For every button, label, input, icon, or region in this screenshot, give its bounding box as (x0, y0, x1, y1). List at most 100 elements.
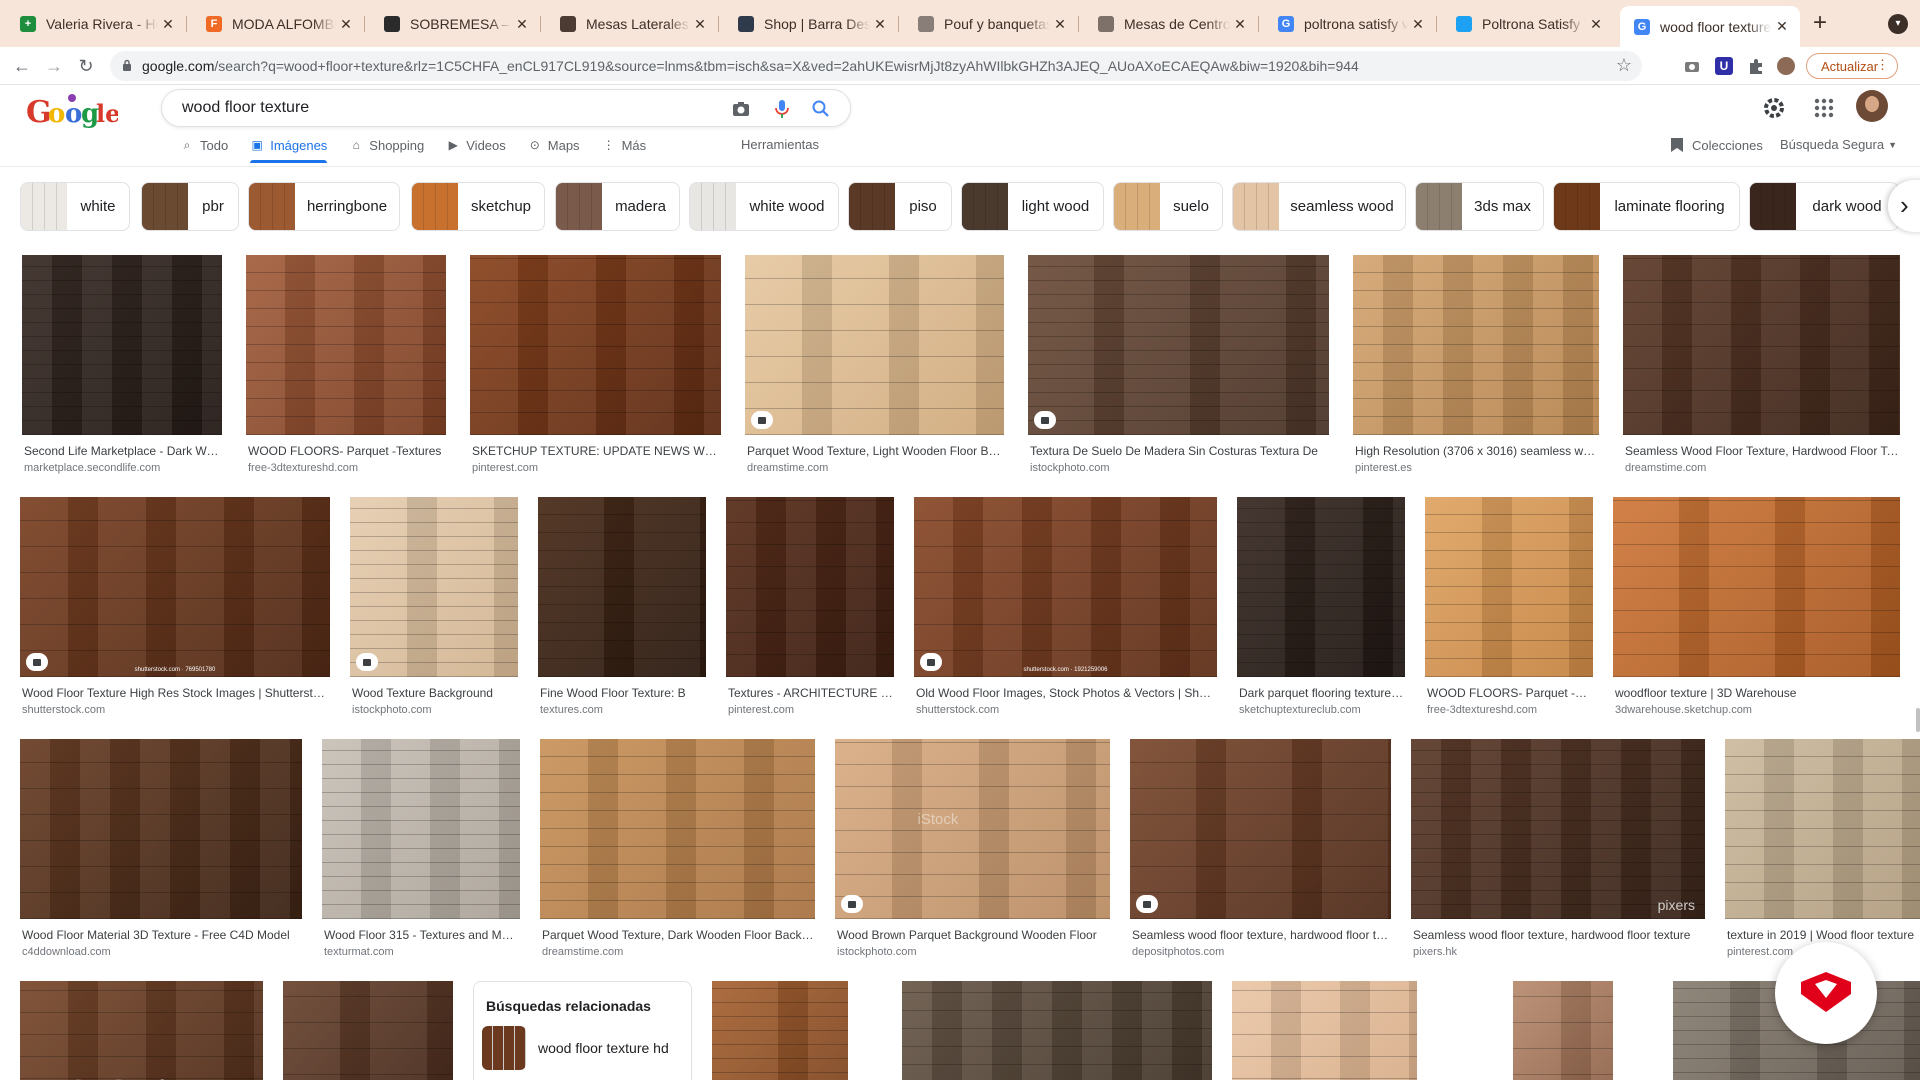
result-thumbnail[interactable] (1353, 255, 1599, 435)
chip-sketchup[interactable]: sketchup (411, 182, 545, 231)
chip-white-wood[interactable]: white wood (689, 182, 839, 231)
browser-tab[interactable]: Gpoltrona satisfy verde✕ (1264, 7, 1437, 41)
result-thumbnail[interactable] (1130, 739, 1391, 919)
image-result[interactable]: High Resolution (3706 x 3016) seamless w… (1353, 255, 1599, 474)
result-source[interactable]: dreamstime.com (540, 946, 815, 958)
result-title[interactable]: Seamless wood floor texture, hardwood fl… (1411, 928, 1705, 942)
image-result[interactable]: WOOD FLOORS- Parquet -Textures free-3dtex… (1425, 497, 1593, 716)
result-title[interactable]: Wood Texture Background (350, 686, 518, 700)
forward-icon[interactable]: → (42, 54, 66, 78)
camera-search-icon[interactable] (730, 98, 752, 120)
chip-seamless-wood[interactable]: seamless wood (1232, 182, 1406, 231)
result-thumbnail[interactable] (902, 981, 1212, 1080)
result-title[interactable]: Parquet Wood Texture, Dark Wooden Floor … (540, 928, 815, 942)
chip-light-wood[interactable]: light wood (961, 182, 1104, 231)
result-source[interactable]: dreamstime.com (745, 462, 1004, 474)
microphone-icon[interactable] (771, 98, 793, 120)
image-result[interactable]: Fine Wood Floor Texture: B textures.com (538, 497, 706, 716)
result-title[interactable]: Parquet Wood Texture, Light Wooden Floor… (745, 444, 1004, 458)
tab-imgenes[interactable]: ▣ Imágenes (250, 134, 328, 163)
chip-white[interactable]: white (20, 182, 130, 231)
result-source[interactable]: istockphoto.com (1028, 462, 1329, 474)
image-result[interactable]: Textures - ARCHITECTURE - WOOD FLOORS pin… (726, 497, 894, 716)
image-result[interactable]: iStock Wood Brown Parquet Background Wood… (835, 739, 1110, 958)
image-result[interactable]: Wood Texture Background istockphoto.com (350, 497, 518, 716)
result-title[interactable]: Wood Floor Material 3D Texture - Free C4… (20, 928, 302, 942)
related-search-item[interactable]: wood floor texture hd (474, 1014, 691, 1070)
tab-maps[interactable]: ⊙ Maps (528, 134, 580, 156)
image-result[interactable] (283, 981, 453, 1080)
reload-icon[interactable]: ↻ (74, 54, 98, 78)
result-source[interactable]: pinterest.com (470, 462, 721, 474)
result-thumbnail[interactable] (22, 255, 222, 435)
floating-brand-logo[interactable] (1775, 942, 1877, 1044)
result-source[interactable]: texturmat.com (322, 946, 520, 958)
collections-link[interactable]: Colecciones (1670, 137, 1763, 153)
safesearch-dropdown[interactable]: Búsqueda Segura ▼ (1780, 137, 1897, 152)
result-thumbnail[interactable] (1232, 981, 1417, 1080)
result-thumbnail[interactable] (540, 739, 815, 919)
result-thumbnail[interactable]: shutterstock.com · 769501780 (20, 497, 330, 677)
result-thumbnail[interactable]: CanStock (20, 981, 263, 1080)
image-result[interactable]: Wood Floor 315 - Textures and Materials t… (322, 739, 520, 958)
result-source[interactable]: shutterstock.com (20, 704, 330, 716)
google-doodle-logo[interactable]: G o o g le (24, 92, 118, 130)
result-title[interactable]: Wood Floor 315 - Textures and Materials (322, 928, 520, 942)
tab-search-icon[interactable]: ▾ (1888, 14, 1908, 34)
image-result[interactable]: Textura De Suelo De Madera Sin Costuras … (1028, 255, 1329, 474)
back-icon[interactable]: ← (10, 54, 34, 78)
chip-pbr[interactable]: pbr (141, 182, 239, 231)
result-thumbnail[interactable] (1237, 497, 1405, 677)
browser-tab[interactable]: Shop | Barra Design✕ (724, 7, 899, 41)
browser-tab[interactable]: Pouf y banquetas – Tienda✕ (904, 7, 1079, 41)
image-result[interactable]: Seamless Wood Floor Texture, Hardwood Fl… (1623, 255, 1900, 474)
close-tab-icon[interactable]: ✕ (1772, 18, 1792, 35)
settings-gear-icon[interactable] (1760, 94, 1788, 122)
apps-grid-icon[interactable] (1810, 94, 1838, 122)
image-result[interactable]: SKETCHUP TEXTURE: UPDATE NEWS WOOD pinter… (470, 255, 721, 474)
result-source[interactable]: free-3dtextureshd.com (1425, 704, 1593, 716)
result-title[interactable]: WOOD FLOORS- Parquet -Textures (1425, 686, 1593, 700)
result-thumbnail[interactable] (1028, 255, 1329, 435)
image-result[interactable]: WOOD FLOORS- Parquet -Textures free-3dtex… (246, 255, 446, 474)
result-title[interactable]: Seamless wood floor texture, hardwood fl… (1130, 928, 1391, 942)
browser-tab[interactable]: Gwood floor texture - Buscar✕ (1620, 6, 1800, 47)
profile-icon[interactable] (1777, 57, 1795, 75)
chip-suelo[interactable]: suelo (1113, 182, 1223, 231)
image-result[interactable]: pixers Seamless wood floor texture, hardw… (1411, 739, 1705, 958)
puzzle-extensions-icon[interactable] (1747, 57, 1765, 75)
browser-tab[interactable]: F MODA ALFOMBRAS✕ (192, 7, 365, 41)
tab-shopping[interactable]: ⌂ Shopping (349, 134, 425, 156)
result-title[interactable]: texture in 2019 | Wood floor texture (1725, 928, 1920, 942)
result-title[interactable]: Textura De Suelo De Madera Sin Costuras … (1028, 444, 1329, 458)
result-thumbnail[interactable] (246, 255, 446, 435)
bookmark-star-icon[interactable]: ☆ (1616, 55, 1632, 76)
result-source[interactable]: 3dwarehouse.sketchup.com (1613, 704, 1900, 716)
u-extension-icon[interactable]: U (1715, 57, 1733, 75)
browser-tab[interactable]: SOBREMESA – Interiorismo✕ (370, 7, 541, 41)
result-source[interactable]: istockphoto.com (835, 946, 1110, 958)
close-tab-icon[interactable]: ✕ (1586, 16, 1606, 33)
result-title[interactable]: WOOD FLOORS- Parquet -Textures (246, 444, 446, 458)
tools-button[interactable]: Herramientas (741, 137, 819, 152)
close-tab-icon[interactable]: ✕ (1230, 16, 1250, 33)
result-thumbnail[interactable] (712, 981, 848, 1080)
close-tab-icon[interactable]: ✕ (1408, 16, 1428, 33)
chip-madera[interactable]: madera (555, 182, 680, 231)
result-thumbnail[interactable] (1725, 739, 1920, 919)
update-button[interactable]: Actualizar ⋮ (1806, 53, 1898, 79)
close-tab-icon[interactable]: ✕ (512, 16, 532, 33)
result-title[interactable]: Wood Brown Parquet Background Wooden Flo… (835, 928, 1110, 942)
image-result[interactable] (1232, 981, 1417, 1080)
chip-3ds-max[interactable]: 3ds max (1415, 182, 1544, 231)
result-source[interactable]: dreamstime.com (1623, 462, 1900, 474)
result-thumbnail[interactable] (322, 739, 520, 919)
result-source[interactable]: pixers.hk (1411, 946, 1705, 958)
result-title[interactable]: Dark parquet flooring texture seamless (1237, 686, 1405, 700)
result-thumbnail[interactable] (1613, 497, 1900, 677)
result-source[interactable]: c4ddownload.com (20, 946, 302, 958)
close-tab-icon[interactable]: ✕ (870, 16, 890, 33)
image-result[interactable] (902, 981, 1212, 1080)
image-result[interactable]: Parquet Wood Texture, Dark Wooden Floor … (540, 739, 815, 958)
camera-extension-icon[interactable] (1683, 57, 1701, 75)
